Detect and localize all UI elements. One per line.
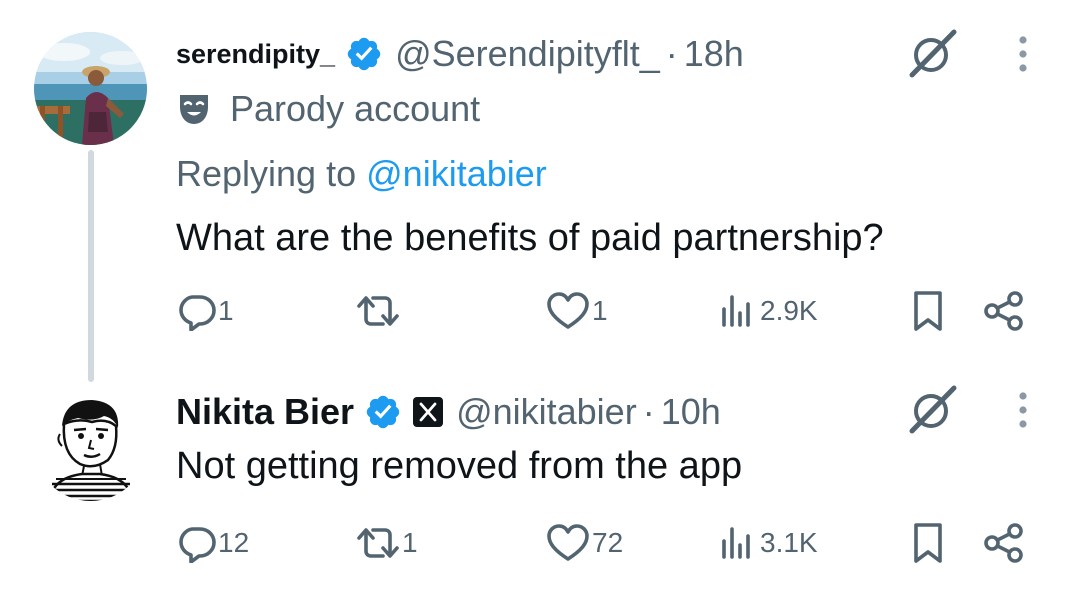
avatar-serendipity[interactable] — [34, 32, 147, 145]
views-icon — [718, 291, 758, 331]
replying-to: Replying to @nikitabier — [176, 152, 1080, 196]
reply-button[interactable]: 12 — [176, 518, 249, 568]
tweet-actions: 12 1 72 3.1K — [176, 518, 1080, 568]
display-name[interactable]: serendipity_ — [176, 39, 335, 70]
share-button[interactable] — [982, 518, 1026, 568]
grok-icon[interactable] — [906, 382, 960, 436]
display-name[interactable]: Nikita Bier — [176, 391, 354, 433]
reply-icon — [176, 291, 216, 331]
parody-label: Parody account — [230, 88, 481, 129]
more-icon[interactable] — [1013, 34, 1033, 74]
reply-button[interactable]: 1 — [176, 286, 234, 336]
like-button[interactable]: 1 — [546, 286, 608, 336]
views-icon — [718, 523, 758, 563]
parody-label-row: Parody account — [176, 84, 1080, 134]
timestamp[interactable]: 10h — [661, 391, 721, 433]
tweet-text: What are the benefits of paid partnershi… — [176, 217, 884, 259]
reply-count: 1 — [218, 295, 234, 326]
like-icon — [546, 523, 590, 563]
bookmark-button[interactable] — [908, 286, 948, 336]
user-handle[interactable]: @Serendipityflt_ — [395, 33, 660, 75]
views-count: 2.9K — [760, 295, 818, 326]
views-count: 3.1K — [760, 527, 818, 558]
bookmark-button[interactable] — [908, 518, 948, 568]
like-button[interactable]: 72 — [546, 518, 623, 568]
separator-dot: · — [665, 33, 678, 74]
repost-button[interactable] — [356, 286, 402, 336]
share-icon — [982, 289, 1026, 333]
reply-icon — [176, 523, 216, 563]
repost-button[interactable]: 1 — [356, 518, 418, 568]
user-handle[interactable]: @nikitabier — [456, 391, 637, 433]
avatar-photo-icon — [34, 32, 147, 145]
repost-icon — [356, 523, 400, 563]
grok-icon[interactable] — [906, 26, 960, 80]
repost-count: 1 — [402, 527, 418, 558]
verified-icon[interactable] — [364, 393, 402, 431]
thread-connector-line — [88, 150, 94, 382]
avatar-drawing-icon — [34, 388, 147, 501]
tweet-actions: 1 1 2.9K — [176, 286, 1080, 336]
views-button[interactable]: 2.9K — [718, 286, 818, 336]
share-button[interactable] — [982, 286, 1026, 336]
separator-dot: · — [642, 391, 655, 432]
like-count: 1 — [592, 295, 608, 326]
timestamp[interactable]: 18h — [684, 33, 744, 75]
like-count: 72 — [592, 527, 624, 558]
verified-icon[interactable] — [345, 35, 383, 73]
reply-count: 12 — [218, 527, 250, 558]
bookmark-icon — [908, 289, 948, 333]
replying-to-mention[interactable]: @nikitabier — [366, 153, 547, 194]
views-button[interactable]: 3.1K — [718, 518, 818, 568]
like-icon — [546, 291, 590, 331]
share-icon — [982, 521, 1026, 565]
replying-prefix: Replying to — [176, 153, 357, 194]
avatar-nikita-bier[interactable] — [34, 388, 147, 501]
repost-icon — [356, 291, 400, 331]
more-icon[interactable] — [1013, 390, 1033, 430]
parody-mask-icon — [180, 95, 208, 124]
x-affiliate-icon[interactable] — [412, 396, 444, 428]
bookmark-icon — [908, 521, 948, 565]
tweet-text: Not getting removed from the app — [176, 445, 743, 487]
